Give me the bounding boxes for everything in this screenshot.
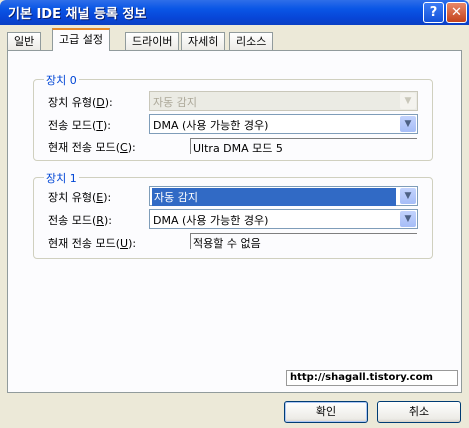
chevron-down-icon: ▼ <box>400 188 416 204</box>
device0-type-select[interactable]: 자동 감지 ▼ <box>149 91 418 111</box>
device1-type-select[interactable]: 자동 감지 ▼ <box>149 186 418 206</box>
device1-current-label: 현재 전송 모드(U): <box>48 237 137 250</box>
device1-title: 장치 1 <box>44 170 79 186</box>
device0-type-value: 자동 감지 <box>153 96 197 109</box>
watermark-url: http://shagall.tistory.com <box>286 370 458 386</box>
tab-resources[interactable]: 리소스 <box>229 32 274 50</box>
chevron-down-icon: ▼ <box>400 211 416 227</box>
close-button[interactable]: ✕ <box>446 2 467 23</box>
chevron-down-icon: ▼ <box>400 93 416 109</box>
device1-type-value: 자동 감지 <box>152 188 396 206</box>
title-bar[interactable]: 기본 IDE 채널 등록 정보 ? ✕ <box>0 0 469 25</box>
device0-current-value: Ultra DMA 모드 5 <box>193 142 283 155</box>
device0-transfer-value: DMA (사용 가능한 경우) <box>153 119 269 132</box>
device0-current-label: 현재 전송 모드(C): <box>48 141 136 154</box>
help-button[interactable]: ? <box>423 2 444 23</box>
chevron-down-icon: ▼ <box>400 116 416 132</box>
close-icon: ✕ <box>451 5 462 20</box>
tab-details[interactable]: 자세히 <box>181 32 226 50</box>
device0-type-label: 장치 유형(D): <box>48 96 113 109</box>
ok-button[interactable]: 확인 <box>284 401 368 423</box>
window-title: 기본 IDE 채널 등록 정보 <box>8 7 147 22</box>
device1-type-label: 장치 유형(E): <box>48 191 112 204</box>
device0-transfer-select[interactable]: DMA (사용 가능한 경우) ▼ <box>149 114 418 134</box>
device0-title: 장치 0 <box>44 72 79 88</box>
device1-transfer-value: DMA (사용 가능한 경우) <box>153 214 269 227</box>
tab-driver[interactable]: 드라이버 <box>125 32 180 50</box>
device0-transfer-label: 전송 모드(T): <box>48 119 112 132</box>
dialog-window: 기본 IDE 채널 등록 정보 ? ✕ 일반 고급 설정 드라이버 자세히 리소… <box>0 0 469 428</box>
tab-advanced[interactable]: 고급 설정 <box>52 28 110 51</box>
tab-general[interactable]: 일반 <box>7 32 42 50</box>
device1-current-field[interactable]: 적용할 수 없음 <box>190 233 417 250</box>
cancel-button[interactable]: 취소 <box>377 401 461 423</box>
device1-current-value: 적용할 수 없음 <box>193 237 261 250</box>
device0-current-field[interactable]: Ultra DMA 모드 5 <box>190 138 417 155</box>
help-icon: ? <box>429 5 438 20</box>
device1-transfer-label: 전송 모드(R): <box>48 214 112 227</box>
device1-transfer-select[interactable]: DMA (사용 가능한 경우) ▼ <box>149 209 418 229</box>
